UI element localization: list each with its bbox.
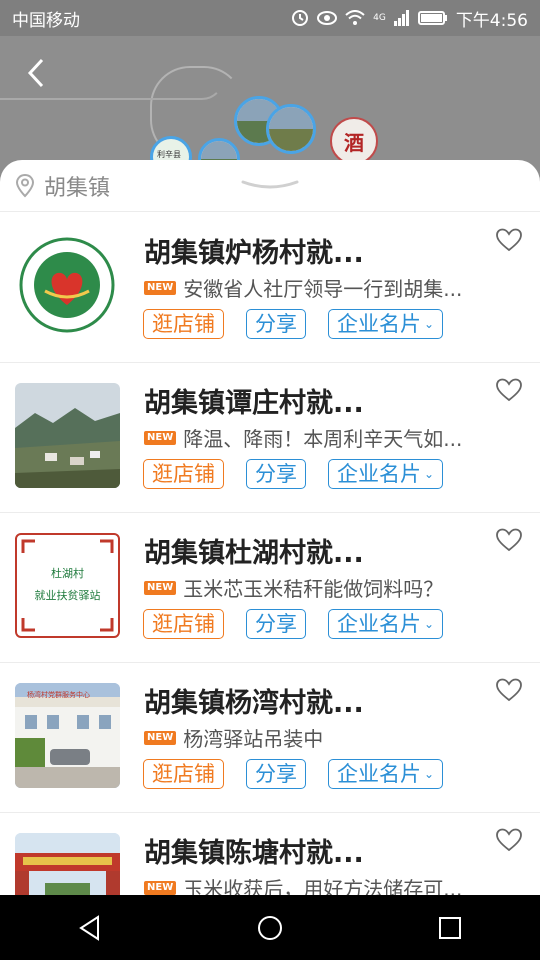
item-news[interactable]: NEW 玉米收获后，用好方法储存可... [144, 873, 462, 895]
item-actions: 逛店铺 分享 企业名片 ⌄ [143, 459, 444, 489]
heart-icon[interactable] [496, 228, 522, 252]
item-actions: 逛店铺 分享 企业名片 ⌄ [143, 309, 444, 339]
system-nav-bar [0, 895, 540, 960]
item-title: 胡集镇炉杨村就... [144, 238, 364, 269]
thumb-banner: 杨湾村党群服务中心 [27, 691, 90, 699]
heart-icon[interactable] [496, 678, 522, 702]
sheet-header: 胡集镇 [0, 160, 540, 212]
list-item[interactable]: 杜湖村 就业扶贫驿站 胡集镇杜湖村就... NEW 玉米芯玉米秸秆能做饲料吗？ … [0, 513, 540, 663]
item-actions: 逛店铺 分享 企业名片 ⌄ [143, 759, 444, 789]
triangle-back-icon [79, 914, 99, 941]
item-news[interactable]: NEW 安徽省人社厅领导一行到胡集... [144, 273, 462, 302]
heart-icon[interactable] [496, 378, 522, 402]
business-card-label: 企业名片 [337, 461, 421, 486]
new-badge: NEW [144, 430, 177, 445]
map-pin-label: 利辛县 [157, 150, 181, 159]
station-list: 胡集镇炉杨村就... NEW 安徽省人社厅领导一行到胡集... 逛店铺 分享 企… [0, 213, 540, 895]
news-text: 降温、降雨！本周利辛天气如... [183, 427, 463, 451]
share-button[interactable]: 分享 [246, 459, 306, 489]
carrier-label: 中国移动 [12, 10, 80, 31]
news-text: 玉米芯玉米秸秆能做饲料吗？ [183, 577, 444, 601]
back-button[interactable] [24, 56, 54, 90]
chevron-down-icon: ⌄ [424, 466, 435, 481]
item-news[interactable]: NEW 降温、降雨！本周利辛天气如... [144, 423, 462, 452]
bottom-sheet: 胡集镇 胡集镇炉杨村就... NEW 安徽省人社厅领导一行到胡集... 逛店铺 … [0, 160, 540, 895]
new-badge: NEW [144, 730, 177, 745]
thumb-caption: 杜湖村 [51, 567, 84, 580]
location-label: 胡集镇 [44, 175, 111, 201]
chevron-down-icon: ⌄ [424, 766, 435, 781]
chevron-down-icon: ⌄ [424, 616, 435, 631]
nav-recents-button[interactable] [430, 908, 470, 948]
circle-home-icon [258, 915, 282, 940]
list-item[interactable]: 胡集镇谭庄村就... NEW 降温、降雨！本周利辛天气如... 逛店铺 分享 企… [0, 363, 540, 513]
item-news[interactable]: NEW 杨湾驿站吊装中 [144, 723, 323, 752]
alarm-icon [292, 10, 309, 26]
business-card-button[interactable]: 企业名片 ⌄ [328, 759, 444, 789]
business-card-button[interactable]: 企业名片 ⌄ [328, 309, 444, 339]
nav-home-button[interactable] [250, 908, 290, 948]
item-thumbnail: 杨湾村党群服务中心 [15, 683, 120, 788]
chevron-down-icon: ⌄ [424, 316, 435, 331]
map-pin[interactable] [266, 104, 316, 154]
signal-icon [393, 10, 409, 26]
business-card-label: 企业名片 [337, 761, 421, 786]
location-pin-icon [15, 173, 35, 197]
status-icons: 4G 下午4:56 [291, 6, 528, 31]
new-badge: NEW [144, 280, 177, 295]
list-item[interactable]: 胡集镇陈塘村就... NEW 玉米收获后，用好方法储存可... [0, 813, 540, 895]
item-thumbnail [15, 833, 120, 895]
business-card-button[interactable]: 企业名片 ⌄ [328, 459, 444, 489]
share-button[interactable]: 分享 [246, 759, 306, 789]
item-news[interactable]: NEW 玉米芯玉米秸秆能做饲料吗？ [144, 573, 443, 602]
time-label: 下午4:56 [455, 10, 528, 31]
collapse-handle-icon[interactable] [240, 176, 300, 196]
wifi-icon [345, 10, 365, 25]
share-button[interactable]: 分享 [246, 609, 306, 639]
item-thumbnail [15, 383, 120, 488]
gate-photo [15, 833, 120, 895]
employment-logo [19, 237, 115, 333]
liquor-label: 酒 [344, 130, 364, 155]
heart-icon[interactable] [496, 828, 522, 852]
thumb-caption: 就业扶贫驿站 [34, 589, 101, 602]
frame-corners [21, 539, 114, 632]
eye-icon [317, 11, 338, 25]
item-actions: 逛店铺 分享 企业名片 ⌄ [143, 609, 444, 639]
item-title: 胡集镇陈塘村就... [144, 838, 364, 869]
item-title: 胡集镇杜湖村就... [144, 538, 364, 569]
news-text: 安徽省人社厅领导一行到胡集... [183, 277, 463, 301]
shop-button[interactable]: 逛店铺 [143, 609, 224, 639]
news-text: 玉米收获后，用好方法储存可... [183, 877, 463, 895]
shop-button[interactable]: 逛店铺 [143, 759, 224, 789]
new-badge: NEW [144, 880, 177, 895]
business-card-label: 企业名片 [337, 611, 421, 636]
battery-icon [417, 11, 447, 25]
shop-button[interactable]: 逛店铺 [143, 309, 224, 339]
business-card-label: 企业名片 [337, 311, 421, 336]
heart-icon[interactable] [496, 528, 522, 552]
chevron-left-icon [27, 58, 44, 88]
share-button[interactable]: 分享 [246, 309, 306, 339]
item-title: 胡集镇杨湾村就... [144, 688, 364, 719]
network-type-label: 4G [373, 13, 386, 23]
status-bar: 中国移动 4G 下午4:56 [0, 0, 540, 36]
landscape-photo [15, 383, 120, 488]
item-title: 胡集镇谭庄村就... [144, 388, 364, 419]
nav-back-button[interactable] [70, 908, 110, 948]
map-pin-liquor[interactable]: 酒 [330, 117, 378, 165]
item-thumbnail: 杜湖村 就业扶贫驿站 [15, 533, 120, 638]
square-recents-icon [439, 916, 461, 939]
list-item[interactable]: 胡集镇炉杨村就... NEW 安徽省人社厅领导一行到胡集... 逛店铺 分享 企… [0, 213, 540, 363]
list-item[interactable]: 杨湾村党群服务中心 胡集镇杨湾村就... NEW 杨湾驿站吊装中 逛店铺 分享 … [0, 663, 540, 813]
news-text: 杨湾驿站吊装中 [183, 727, 324, 751]
new-badge: NEW [144, 580, 177, 595]
shop-button[interactable]: 逛店铺 [143, 459, 224, 489]
item-thumbnail [15, 233, 120, 338]
business-card-button[interactable]: 企业名片 ⌄ [328, 609, 444, 639]
